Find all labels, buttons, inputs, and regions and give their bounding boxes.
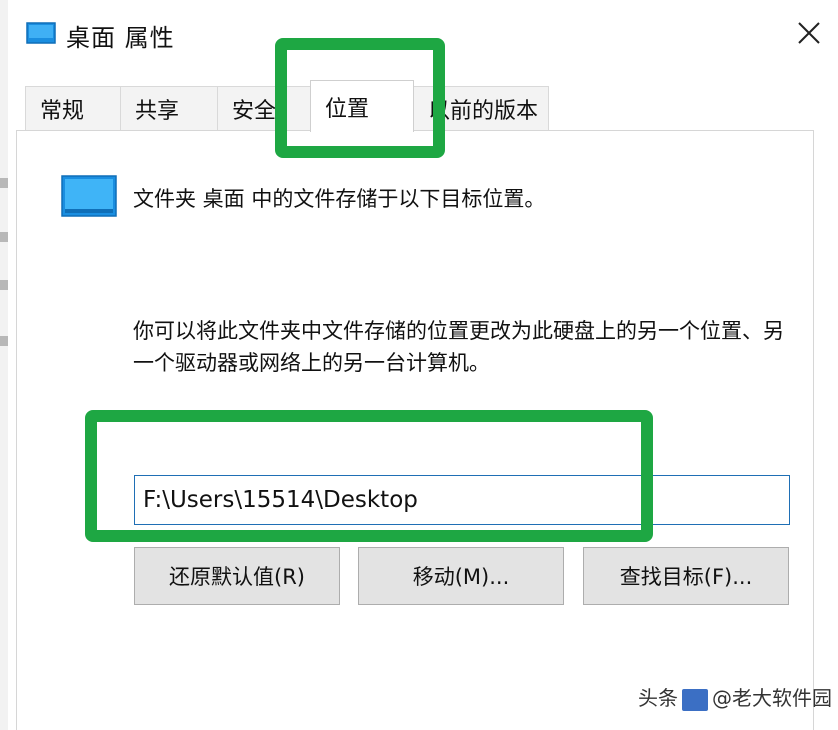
tab-label: 位置 — [325, 96, 370, 122]
tab-label: 以前的版本 — [428, 98, 539, 124]
close-icon — [798, 22, 820, 44]
properties-dialog: 桌面 属性 常规 共享 安全 位置 以前的版本 文件夹 桌面 中的文件存储于以下… — [8, 0, 838, 730]
find-target-button[interactable]: 查找目标(F)... — [583, 547, 789, 605]
tab-label: 安全 — [232, 98, 277, 124]
tab-sharing[interactable]: 共享 — [120, 86, 218, 130]
move-button[interactable]: 移动(M)... — [358, 547, 564, 605]
window-title: 桌面 属性 — [66, 24, 175, 52]
watermark-logo-icon — [682, 688, 708, 711]
tab-security[interactable]: 安全 — [217, 86, 317, 130]
tab-strip: 常规 共享 安全 位置 以前的版本 — [8, 66, 838, 132]
button-label: 查找目标(F)... — [619, 565, 753, 589]
location-intro-text: 文件夹 桌面 中的文件存储于以下目标位置。 — [133, 187, 546, 211]
watermark-text: @老大软件园 — [712, 686, 832, 710]
tab-label: 常规 — [40, 98, 85, 124]
tab-previous-versions[interactable]: 以前的版本 — [413, 86, 549, 130]
watermark: 头条 @老大软件园 — [638, 682, 832, 711]
background-mark — [0, 280, 8, 290]
watermark-prefix: 头条 — [638, 686, 678, 710]
background-mark — [0, 178, 8, 188]
restore-default-button[interactable]: 还原默认值(R) — [134, 547, 340, 605]
folder-desktop-icon — [26, 22, 56, 44]
background-mark — [0, 336, 8, 346]
title-bar: 桌面 属性 — [8, 0, 838, 66]
button-label: 移动(M)... — [412, 565, 510, 589]
tab-general[interactable]: 常规 — [25, 86, 121, 130]
background-mark — [0, 232, 8, 242]
folder-desktop-icon — [61, 175, 117, 217]
location-description: 你可以将此文件夹中文件存储的位置更改为此硬盘上的另一个位置、另一个驱动器或网络上… — [133, 319, 784, 375]
location-tab-panel: 文件夹 桌面 中的文件存储于以下目标位置。 你可以将此文件夹中文件存储的位置更改… — [16, 130, 814, 730]
folder-path-input[interactable] — [134, 475, 790, 525]
close-button[interactable] — [782, 8, 836, 58]
tab-label: 共享 — [135, 98, 180, 124]
button-label: 还原默认值(R) — [169, 565, 305, 589]
tab-location[interactable]: 位置 — [310, 80, 414, 132]
